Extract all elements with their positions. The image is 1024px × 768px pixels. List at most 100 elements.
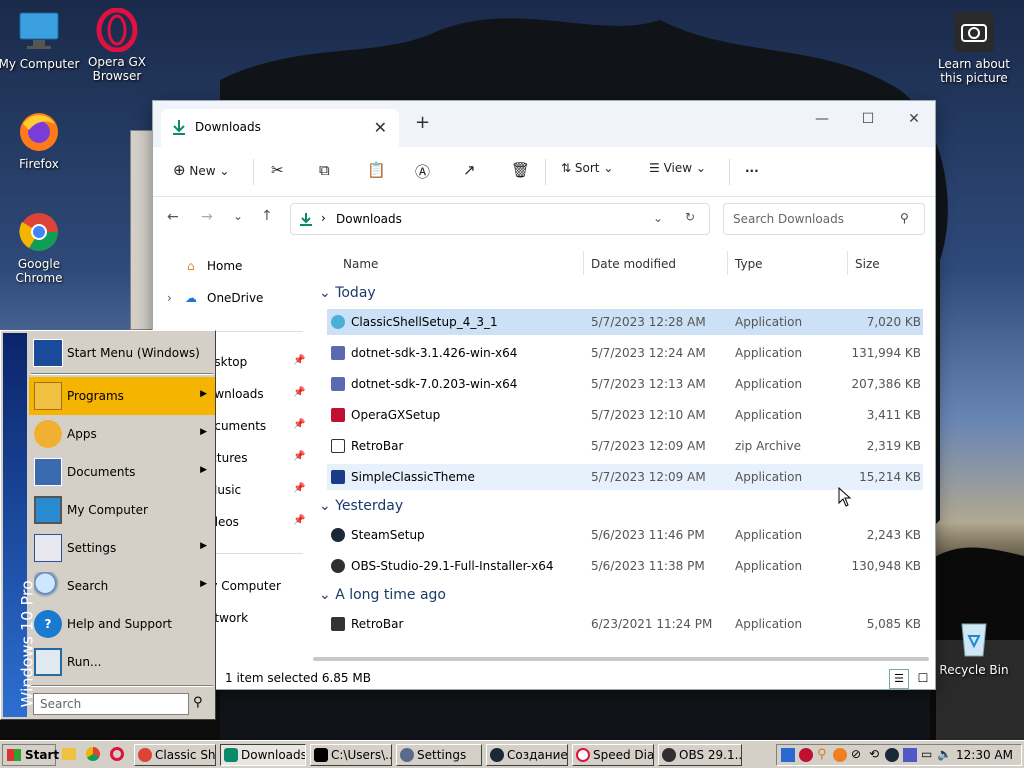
table-row[interactable]: OBS-Studio-29.1-Full-Installer-x64 5/6/2… [327,553,923,579]
desktop-icon-chrome[interactable]: Google Chrome [0,210,81,285]
group-header-yesterday[interactable]: ⌄ Yesterday [319,498,403,514]
desktop-icon-my-computer[interactable]: My Computer [0,10,81,71]
file-explorer-window[interactable]: Downloads ✕ + — ☐ ✕ ⊕ New ⌄ ✂ ⧉ 📋 Ⓐ ↗ 🗑 … [152,100,936,690]
start-menu-item-apps[interactable]: Apps ▶ [29,415,215,453]
refresh-icon[interactable]: ↻ [685,210,695,224]
column-header-name[interactable]: Name [343,257,378,271]
title-bar[interactable]: Downloads ✕ + — ☐ ✕ [153,101,935,147]
details-view-icon[interactable]: ☰ [889,669,909,689]
horizontal-scrollbar[interactable] [313,657,929,661]
column-separator[interactable] [727,251,728,275]
search-input[interactable]: Search Downloads ⚲ [723,203,925,235]
column-header-size[interactable]: Size [855,257,880,271]
recycle-bin-icon [952,616,996,660]
close-tab-icon[interactable]: ✕ [374,118,387,137]
maximize-button[interactable]: ☐ [845,105,891,133]
taskbar-item-7zip[interactable]: C:\Users\... [310,744,392,766]
group-header-long-ago[interactable]: ⌄ A long time ago [319,587,446,603]
taskbar-item-obs[interactable]: OBS 29.1... [658,744,742,766]
table-row[interactable]: SteamSetup 5/6/2023 11:46 PM Application… [327,522,923,548]
minimize-button[interactable]: — [799,105,845,133]
start-search-input[interactable]: Search [33,693,189,715]
pin-icon: 📌 [293,355,306,366]
table-row[interactable]: dotnet-sdk-7.0.203-win-x64 5/7/2023 12:1… [327,371,923,397]
table-row[interactable]: SimpleClassicTheme 5/7/2023 12:09 AM App… [327,464,923,490]
desktop-icon-recycle-bin[interactable]: Recycle Bin [932,616,1016,677]
toolbar-separator [545,159,546,185]
tray-volume-icon[interactable]: 🔈 [937,747,952,761]
desktop-icon-learn-picture[interactable]: Learn about this picture [932,10,1016,85]
desktop-icon-opera-gx[interactable]: Opera GX Browser [75,7,159,83]
rename-icon[interactable]: Ⓐ [415,161,430,182]
tray-display-icon[interactable]: ▭ [921,747,932,761]
back-arrow-icon[interactable]: ← [167,209,179,225]
table-row[interactable]: dotnet-sdk-3.1.426-win-x64 5/7/2023 12:2… [327,340,923,366]
up-arrow-icon[interactable]: ↑ [261,208,273,224]
paste-icon[interactable]: 📋 [367,161,386,179]
tray-search-icon[interactable]: ⚲ [817,747,827,762]
start-menu-item-my-computer[interactable]: My Computer [29,491,215,529]
sort-button[interactable]: ⇅ Sort ⌄ [561,161,613,175]
cut-icon[interactable]: ✂ [271,161,284,179]
taskbar-item-settings[interactable]: Settings [396,744,482,766]
table-row[interactable]: OperaGXSetup 5/7/2023 12:10 AM Applicati… [327,402,923,428]
new-tab-button[interactable]: + [415,112,430,133]
start-menu-item-documents[interactable]: Documents ▶ [29,453,215,491]
tray-sync-icon[interactable]: ⟲ [869,747,879,761]
quicklaunch-folder-icon[interactable] [62,748,76,760]
start-button[interactable]: Start [2,744,59,766]
submenu-arrow-icon: ▶ [200,541,207,551]
start-menu-header[interactable]: Start Menu (Windows) [29,335,215,371]
nav-item-this-pc[interactable]: ly Computer [207,579,281,593]
tray-orange-icon[interactable] [833,748,847,762]
start-menu-item-search[interactable]: Search ▶ [29,567,215,605]
tab-downloads[interactable]: Downloads ✕ [161,109,399,147]
clock[interactable]: 12:30 AM [956,748,1013,762]
tiles-view-icon[interactable]: ☐ [913,669,933,689]
file-name: OBS-Studio-29.1-Full-Installer-x64 [351,559,554,573]
expand-chevron-icon[interactable]: › [167,291,172,305]
copy-icon[interactable]: ⧉ [319,161,330,179]
close-button[interactable]: ✕ [891,105,937,133]
nav-item-home[interactable]: Home [207,259,242,273]
column-separator[interactable] [583,251,584,275]
taskbar-item-downloads[interactable]: Downloads [220,744,306,766]
quicklaunch-opera-icon[interactable] [110,747,124,761]
nav-item-onedrive[interactable]: OneDrive [207,291,263,305]
start-menu-item-programs[interactable]: Programs ▶ [29,377,215,415]
address-bar[interactable]: › Downloads ⌄ ↻ [290,203,710,235]
taskbar-item-sozdanie[interactable]: Создание... [486,744,568,766]
tray-opera-gx-icon[interactable] [799,748,813,762]
start-menu-item-help[interactable]: ? Help and Support [29,605,215,643]
more-options-button[interactable]: ... [745,161,759,175]
tray-steam-icon[interactable] [885,748,899,762]
taskbar-item-speed-dial[interactable]: Speed Dia... [572,744,654,766]
column-header-date[interactable]: Date modified [591,257,676,271]
delete-icon[interactable]: 🗑 [511,161,530,179]
desktop-icon-firefox[interactable]: Firefox [0,110,81,171]
view-button[interactable]: ☰ View ⌄ [649,161,706,175]
file-date: 5/6/2023 11:46 PM [591,528,705,542]
group-header-today[interactable]: ⌄ Today [319,285,376,301]
search-icon[interactable]: ⚲ [193,695,203,710]
column-header-type[interactable]: Type [735,257,763,271]
table-row[interactable]: ClassicShellSetup_4_3_1 5/7/2023 12:28 A… [327,309,923,335]
tray-network-off-icon[interactable]: ⊘ [851,747,861,761]
share-icon[interactable]: ↗ [463,161,476,179]
forward-arrow-icon[interactable]: → [201,209,213,225]
task-label: Создание... [507,748,568,762]
tray-shield-icon[interactable] [781,748,795,762]
start-menu-item-run[interactable]: Run... [29,643,215,681]
new-button[interactable]: ⊕ New ⌄ [173,161,229,179]
table-row[interactable]: RetroBar 5/7/2023 12:09 AM zip Archive 2… [327,433,923,459]
column-separator[interactable] [847,251,848,275]
tray-teams-icon[interactable] [903,748,917,762]
firefox-icon [17,110,61,154]
view-icon: ☰ [649,161,660,175]
quicklaunch-chrome-icon[interactable] [86,747,100,761]
table-row[interactable]: RetroBar 6/23/2021 11:24 PM Application … [327,611,923,637]
taskbar-item-classic-shell[interactable]: Classic Sh... [134,744,216,766]
recent-dropdown-icon[interactable]: ⌄ [233,209,243,223]
chevron-down-icon[interactable]: ⌄ [653,211,663,225]
start-menu-item-settings[interactable]: Settings ▶ [29,529,215,567]
